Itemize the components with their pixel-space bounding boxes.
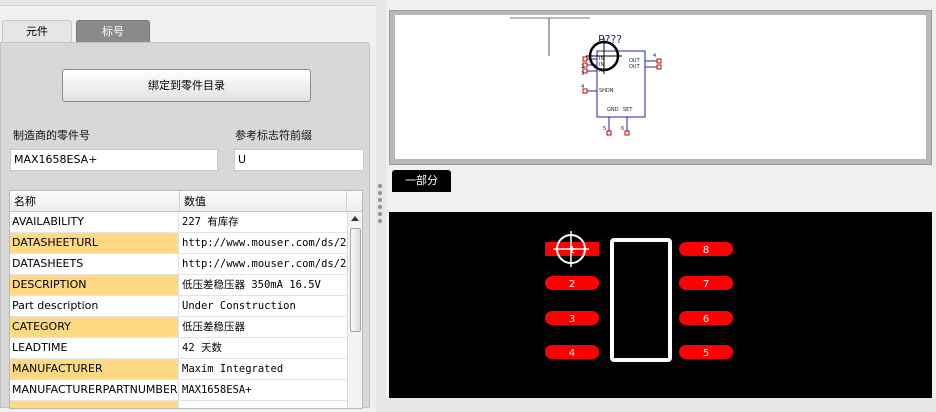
splitter-grip-dot[interactable] — [378, 184, 382, 188]
bind-to-catalog-button[interactable]: 绑定到零件目录 — [62, 69, 311, 102]
table-header: 名称 数值 — [10, 191, 362, 212]
parts-tab-content: 绑定到零件目录 制造商的零件号 参考标志符前缀 MAX1658ESA+ U 名称… — [0, 42, 370, 409]
splitter-grip-dot[interactable] — [378, 198, 382, 202]
table-row[interactable]: DATASHEETURL http://www.mouser.com/ds/2 — [10, 233, 347, 254]
table-row[interactable]: AVAILABILITY 227 有库存 — [10, 212, 347, 233]
origin-crosshair-icon — [553, 231, 589, 267]
scrollbar-thumb[interactable] — [350, 228, 361, 332]
scroll-up-arrow-icon[interactable] — [351, 216, 359, 221]
svg-text:SET: SET — [623, 107, 633, 113]
table-row[interactable]: DATASHEETS http://www.mouser.com/ds/2 — [10, 254, 347, 275]
manufacturer-pn-label: 制造商的零件号 — [13, 129, 90, 142]
component-outline — [610, 238, 672, 362]
table-scrollbar[interactable] — [347, 212, 362, 408]
property-value[interactable]: 42 天数 — [180, 338, 347, 358]
splitter-grip-dot[interactable] — [378, 205, 382, 209]
pad-number: 3 — [569, 314, 575, 325]
property-name: LEADTIME — [10, 338, 179, 358]
table-row[interactable]: DESCRIPTION 低压差稳压器 350mA 16.5V — [10, 275, 347, 296]
properties-table: 名称 数值 AVAILABILITY 227 有库存 DATASHEETURL … — [9, 190, 363, 409]
splitter-grip-dot[interactable] — [378, 191, 382, 195]
table-row[interactable] — [10, 401, 347, 408]
property-value[interactable]: http://www.mouser.com/ds/2 — [180, 233, 347, 253]
svg-text:4: 4 — [653, 53, 656, 59]
property-name: DATASHEETS — [10, 254, 179, 274]
property-value[interactable]: 低压差稳压器 — [180, 317, 347, 337]
schematic-preview[interactable]: P??? IN IN IN OUT OUT SHDN GND SET 2 3 4… — [395, 15, 926, 159]
property-name: Part description — [10, 296, 179, 316]
table-row[interactable]: CATEGORY 低压差稳压器 — [10, 317, 347, 338]
pad-number: 5 — [703, 348, 709, 359]
table-rows: AVAILABILITY 227 有库存 DATASHEETURL http:/… — [10, 212, 347, 408]
ref-prefix-input[interactable]: U — [234, 149, 364, 171]
svg-text:2: 2 — [581, 64, 584, 70]
bottom-strip — [386, 398, 936, 412]
pad-number: 2 — [569, 279, 575, 290]
property-name: MANUFACTURERPARTNUMBER — [10, 380, 179, 400]
table-row[interactable]: LEADTIME 42 天数 — [10, 338, 347, 359]
splitter-grip-dot[interactable] — [378, 212, 382, 216]
manufacturer-pn-input[interactable]: MAX1658ESA+ — [10, 149, 218, 171]
table-row[interactable]: MANUFACTURER Maxim Integrated — [10, 359, 347, 380]
ref-prefix-label: 参考标志符前缀 — [235, 129, 312, 142]
tab-part[interactable]: 一部分 — [392, 170, 451, 192]
property-value[interactable] — [180, 401, 347, 408]
svg-text:GND: GND — [607, 107, 619, 113]
property-value[interactable]: MAX1658ESA+ — [180, 380, 347, 400]
svg-text:6: 6 — [621, 126, 624, 132]
property-name: DESCRIPTION — [10, 275, 179, 295]
svg-text:5: 5 — [603, 126, 606, 132]
property-value[interactable]: http://www.mouser.com/ds/2 — [180, 254, 347, 274]
top-strip — [0, 0, 376, 6]
pad-number: 8 — [703, 245, 709, 256]
footprint-preview[interactable]: 1 2 3 4 8 7 6 5 — [389, 212, 932, 398]
property-name: CATEGORY — [10, 317, 179, 337]
refdes-label: P??? — [598, 33, 622, 46]
property-value[interactable]: 227 有库存 — [180, 212, 347, 232]
svg-text:4: 4 — [581, 84, 584, 90]
property-value[interactable]: 低压差稳压器 350mA 16.5V — [180, 275, 347, 295]
properties-panel: 元件 标号 绑定到零件目录 制造商的零件号 参考标志符前缀 MAX1658ESA… — [0, 0, 376, 412]
pad-number: 1 — [569, 245, 575, 256]
property-name: AVAILABILITY — [10, 212, 179, 232]
pad-number: 7 — [703, 279, 709, 290]
column-header-value[interactable]: 数值 — [180, 191, 347, 212]
svg-text:SHDN: SHDN — [599, 88, 614, 94]
table-row[interactable]: MANUFACTURERPARTNUMBER MAX1658ESA+ — [10, 380, 347, 401]
property-value[interactable]: Maxim Integrated — [180, 359, 347, 379]
property-value[interactable]: Under Construction — [180, 296, 347, 316]
pad-number: 6 — [703, 314, 709, 325]
table-row[interactable]: Part description Under Construction — [10, 296, 347, 317]
pad-number: 4 — [569, 348, 575, 359]
property-name: MANUFACTURER — [10, 359, 179, 379]
tab-parts[interactable]: 元件 — [2, 20, 72, 42]
svg-text:3: 3 — [581, 71, 584, 77]
tab-designators[interactable]: 标号 — [76, 20, 150, 42]
schematic-symbol: P??? IN IN IN OUT OUT SHDN GND SET 2 3 4… — [510, 17, 662, 136]
footprint-drawing: 1 2 3 4 8 7 6 5 — [545, 231, 733, 362]
property-name: DATASHEETURL — [10, 233, 179, 253]
schematic-preview-frame: P??? IN IN IN OUT OUT SHDN GND SET 2 3 4… — [389, 10, 932, 165]
svg-text:IN: IN — [599, 68, 604, 74]
splitter-grip-dot[interactable] — [378, 219, 382, 223]
property-name — [10, 401, 179, 408]
column-header-name[interactable]: 名称 — [10, 191, 180, 212]
svg-text:OUT: OUT — [629, 64, 641, 70]
